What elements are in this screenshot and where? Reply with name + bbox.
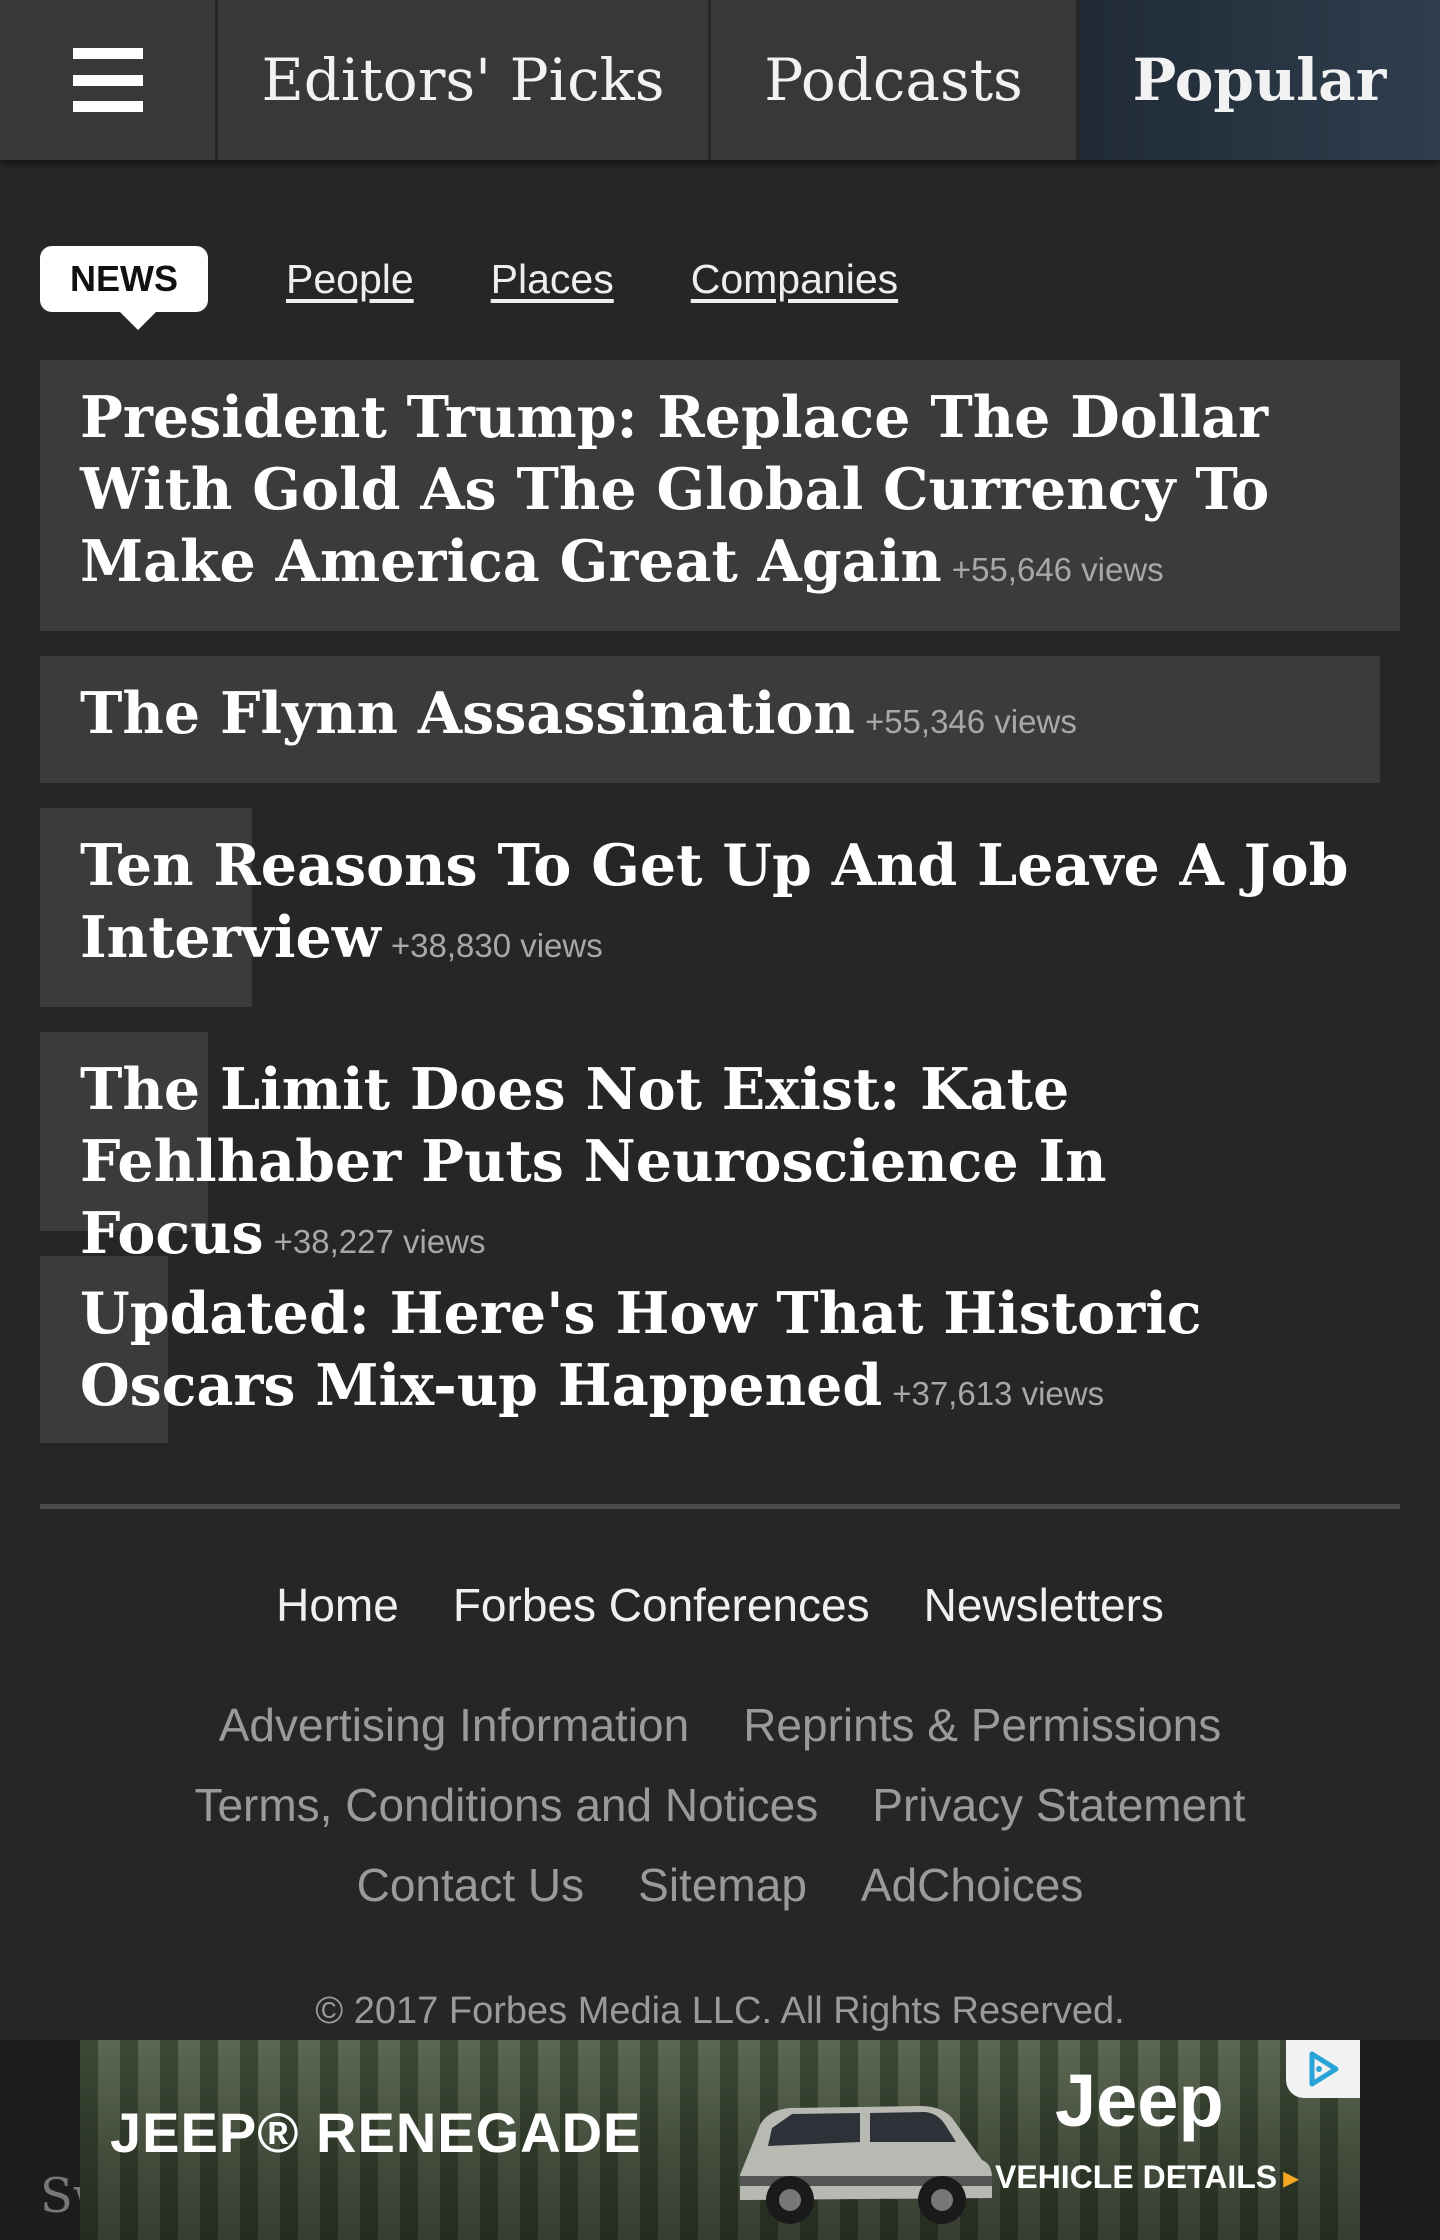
footer-secondary-links: Advertising Information Reprints & Permi…	[0, 1698, 1440, 1752]
footer-link-reprints-permissions[interactable]: Reprints & Permissions	[743, 1698, 1221, 1752]
footer-link-contact-us[interactable]: Contact Us	[357, 1858, 585, 1912]
article-link[interactable]: President Trump: Replace The Dollar With…	[40, 360, 1400, 636]
adchoices-icon[interactable]	[1286, 2040, 1360, 2098]
ad-model-name: JEEP® RENEGADE	[110, 2101, 642, 2164]
ad-brand-logo: Jeep	[1055, 2059, 1224, 2142]
view-count: +37,613 views	[892, 1375, 1105, 1412]
view-count: +38,830 views	[390, 927, 603, 964]
footer-link-newsletters[interactable]: Newsletters	[924, 1578, 1164, 1632]
popular-articles-list: President Trump: Replace The Dollar With…	[40, 360, 1400, 1468]
play-arrow-icon: ▸	[1283, 2159, 1300, 2195]
filter-tabs: NEWS People Places Companies	[40, 244, 898, 330]
footer-link-advertising-information[interactable]: Advertising Information	[219, 1698, 689, 1752]
footer-link-sitemap[interactable]: Sitemap	[638, 1858, 807, 1912]
article-link[interactable]: The Flynn Assassination +55,346 views	[40, 656, 1400, 788]
view-count: +38,227 views	[273, 1223, 486, 1260]
article-title: The Limit Does Not Exist: Kate Fehlhaber…	[80, 1056, 1107, 1267]
tab-companies[interactable]: Companies	[691, 256, 898, 303]
view-count: +55,646 views	[951, 551, 1164, 588]
tab-news[interactable]: NEWS	[40, 246, 208, 330]
footer-secondary-links: Terms, Conditions and Notices Privacy St…	[0, 1778, 1440, 1832]
tab-places[interactable]: Places	[491, 256, 614, 303]
list-item[interactable]: The Limit Does Not Exist: Kate Fehlhaber…	[40, 1032, 1400, 1267]
view-count: +55,346 views	[864, 703, 1077, 740]
ad-vehicle-details-link[interactable]: VEHICLE DETAILS ▸	[995, 2158, 1299, 2196]
footer-main-links: Home Forbes Conferences Newsletters	[0, 1578, 1440, 1632]
list-item[interactable]: Updated: Here's How That Historic Oscars…	[40, 1256, 1400, 1443]
article-title: The Flynn Assassination	[80, 680, 855, 747]
top-navigation: Editors' Picks Podcasts Popular	[0, 0, 1440, 160]
hamburger-menu-icon	[72, 48, 143, 112]
tab-people[interactable]: People	[286, 256, 414, 303]
footer-link-terms[interactable]: Terms, Conditions and Notices	[194, 1778, 818, 1832]
article-title: Ten Reasons To Get Up And Leave A Job In…	[80, 832, 1349, 971]
footer-link-home[interactable]: Home	[276, 1578, 399, 1632]
banner-ad[interactable]: JEEP® RENEGADE Jeep VEHICLE DETAILS ▸	[80, 2040, 1360, 2240]
footer-secondary-links: Contact Us Sitemap AdChoices	[0, 1858, 1440, 1912]
list-item[interactable]: The Flynn Assassination +55,346 views	[40, 656, 1400, 783]
footer-link-privacy-statement[interactable]: Privacy Statement	[872, 1778, 1245, 1832]
article-link[interactable]: Ten Reasons To Get Up And Leave A Job In…	[40, 808, 1400, 1012]
footer-link-adchoices[interactable]: AdChoices	[861, 1858, 1083, 1912]
tab-popular[interactable]: Popular	[1079, 0, 1440, 160]
tab-editors-picks[interactable]: Editors' Picks	[218, 0, 711, 160]
tab-podcasts[interactable]: Podcasts	[711, 0, 1079, 160]
list-item[interactable]: Ten Reasons To Get Up And Leave A Job In…	[40, 808, 1400, 1007]
jeep-car-image	[740, 2106, 992, 2224]
ad-cta-label: VEHICLE DETAILS	[995, 2159, 1278, 2195]
footer-divider	[40, 1504, 1400, 1509]
adchoices-triangle-icon	[1309, 2051, 1339, 2087]
footer-link-forbes-conferences[interactable]: Forbes Conferences	[453, 1578, 870, 1632]
copyright-notice: © 2017 Forbes Media LLC. All Rights Rese…	[315, 1990, 1125, 2032]
list-item[interactable]: President Trump: Replace The Dollar With…	[40, 360, 1400, 631]
menu-button[interactable]	[0, 0, 218, 160]
article-link[interactable]: Updated: Here's How That Historic Oscars…	[40, 1256, 1400, 1460]
